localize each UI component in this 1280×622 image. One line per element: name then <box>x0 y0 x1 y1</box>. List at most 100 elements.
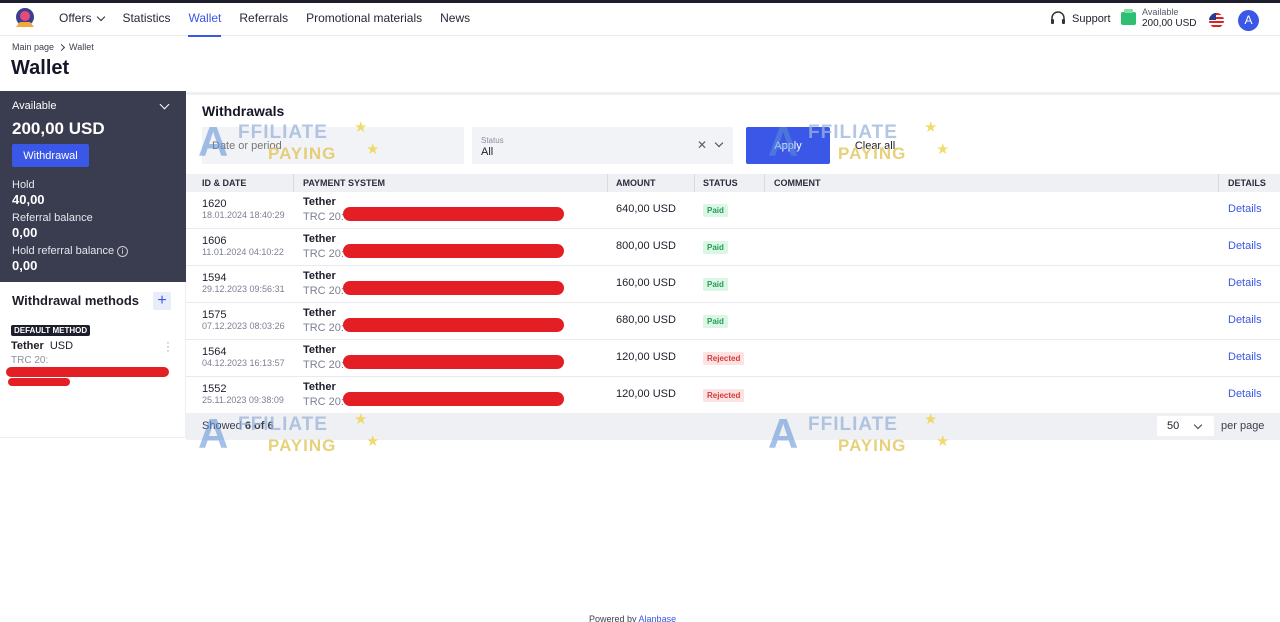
table-row: 1620 18.01.2024 18:40:29 Tether TRC 20: … <box>186 192 1280 229</box>
balance-panel: Available 200,00 USD Withdrawal Hold 40,… <box>0 91 186 282</box>
powered-by-footer: Powered by Alanbase <box>589 614 676 622</box>
available-balance-summary: Available 200,00 USD <box>1142 7 1196 29</box>
nav-item-news[interactable]: News <box>431 3 479 36</box>
withdrawal-methods-title: Withdrawal methods <box>12 293 140 308</box>
details-link[interactable]: Details <box>1228 351 1262 363</box>
row-payment-system: Tether <box>303 196 336 208</box>
status-badge: Paid <box>703 204 728 217</box>
row-amount: 120,00 USD <box>616 388 676 400</box>
row-amount: 800,00 USD <box>616 240 676 252</box>
per-page-select[interactable]: 50 <box>1157 416 1214 436</box>
table-footer: Showed 6 of 6 50 per page <box>186 413 1280 440</box>
wallet-icon <box>1121 9 1136 25</box>
method-currency: USD <box>49 340 74 352</box>
hold-referral-balance: Hold referral balance i 0,00 <box>12 245 129 273</box>
table-row: 1564 04.12.2023 16:13:57 Tether TRC 20: … <box>186 340 1280 377</box>
details-link[interactable]: Details <box>1228 314 1262 326</box>
breadcrumb: Main page Wallet <box>12 42 94 52</box>
support-label: Support <box>1072 12 1111 25</box>
avatar[interactable]: A <box>1238 10 1259 31</box>
nav-item-statistics[interactable]: Statistics <box>113 3 179 36</box>
chevron-down-icon[interactable] <box>159 99 170 110</box>
row-amount: 640,00 USD <box>616 203 676 215</box>
method-network: TRC 20: <box>11 355 49 366</box>
breadcrumb-current: Wallet <box>69 42 94 52</box>
row-payment-system: Tether <box>303 270 336 282</box>
details-link[interactable]: Details <box>1228 240 1262 252</box>
brand-logo-icon[interactable] <box>12 7 38 31</box>
per-page-label: per page <box>1221 420 1265 432</box>
clear-all-button[interactable]: Clear all <box>842 127 908 164</box>
col-status: STATUS <box>703 178 738 188</box>
status-badge: Rejected <box>703 389 745 402</box>
row-date: 25.11.2023 09:38:09 <box>202 395 284 405</box>
apply-button[interactable]: Apply <box>746 127 830 164</box>
nav-item-wallet[interactable]: Wallet <box>179 3 230 37</box>
available-amount: 200,00 USD <box>12 119 105 138</box>
table-row: 1552 25.11.2023 09:38:09 Tether TRC 20: … <box>186 377 1280 414</box>
alanbase-link[interactable]: Alanbase <box>639 614 677 622</box>
available-label: Available <box>12 100 57 112</box>
nav-item-offers[interactable]: Offers <box>59 3 113 36</box>
page-title: Wallet <box>11 57 70 79</box>
table-header: ID & DATE PAYMENT SYSTEM AMOUNT STATUS C… <box>186 174 1280 192</box>
status-badge: Paid <box>703 315 728 328</box>
row-network: TRC 20: <box>303 396 344 408</box>
date-period-input[interactable] <box>202 127 464 164</box>
redaction-mark <box>8 378 70 386</box>
details-link[interactable]: Details <box>1228 277 1262 289</box>
col-details: DETAILS <box>1228 178 1266 188</box>
row-id: 1606 <box>202 235 227 247</box>
details-link[interactable]: Details <box>1228 388 1262 400</box>
status-badge: Paid <box>703 241 728 254</box>
hold-value: 40,00 <box>12 192 45 207</box>
nav-item-label: Offers <box>59 11 92 25</box>
column-divider <box>1218 174 1219 192</box>
hold-referral-value: 0,00 <box>12 258 38 273</box>
showed-value: 6 of 6 <box>244 420 274 432</box>
chevron-down-icon <box>714 138 724 148</box>
top-navigation-bar: Offers Statistics Wallet Referrals Promo… <box>0 0 1280 37</box>
table-row: 1606 11.01.2024 04:10:22 Tether TRC 20: … <box>186 229 1280 266</box>
withdrawal-button[interactable]: Withdrawal <box>12 144 89 167</box>
row-date: 29.12.2023 09:56:31 <box>202 284 285 294</box>
hold-referral-label: Hold referral balance <box>12 245 115 257</box>
column-divider <box>293 174 294 192</box>
withdrawal-methods-panel: Withdrawal methods + DEFAULT METHOD Teth… <box>0 282 186 438</box>
table-row: 1575 07.12.2023 08:03:26 Tether TRC 20: … <box>186 303 1280 340</box>
support-link[interactable]: Support <box>1050 11 1111 26</box>
row-network: TRC 20: <box>303 359 344 371</box>
status-select[interactable]: Status All ✕ <box>472 127 733 164</box>
breadcrumb-home[interactable]: Main page <box>12 42 54 52</box>
row-date: 11.01.2024 04:10:22 <box>202 247 284 257</box>
row-amount: 680,00 USD <box>616 314 676 326</box>
row-amount: 160,00 USD <box>616 277 676 289</box>
us-flag-icon[interactable] <box>1209 13 1224 28</box>
row-payment-system: Tether <box>303 233 336 245</box>
row-id: 1620 <box>202 198 227 210</box>
nav-item-referrals[interactable]: Referrals <box>230 3 297 36</box>
row-date: 07.12.2023 08:03:26 <box>202 321 285 331</box>
chevron-right-icon <box>57 43 66 51</box>
redaction-mark <box>6 367 169 377</box>
info-icon[interactable]: i <box>117 245 129 257</box>
table-row: 1594 29.12.2023 09:56:31 Tether TRC 20: … <box>186 266 1280 303</box>
clear-icon[interactable]: ✕ <box>697 138 707 152</box>
row-payment-system: Tether <box>303 307 336 319</box>
referral-balance: Referral balance 0,00 <box>12 212 93 240</box>
more-options-icon[interactable]: · · · <box>166 336 170 356</box>
row-network: TRC 20: <box>303 211 344 223</box>
status-badge: Paid <box>703 278 728 291</box>
nav-item-promotional-materials[interactable]: Promotional materials <box>297 3 431 36</box>
referral-value: 0,00 <box>12 225 38 240</box>
hold-label: Hold <box>12 179 35 191</box>
row-date: 04.12.2023 16:13:57 <box>202 358 285 368</box>
add-method-button[interactable]: + <box>153 292 171 310</box>
powered-by-label: Powered by <box>589 614 637 622</box>
headset-icon <box>1051 11 1065 24</box>
row-network: TRC 20: <box>303 285 344 297</box>
row-payment-system: Tether <box>303 381 336 393</box>
details-link[interactable]: Details <box>1228 203 1262 215</box>
showed-prefix: Showed <box>202 420 242 432</box>
row-id: 1552 <box>202 383 227 395</box>
